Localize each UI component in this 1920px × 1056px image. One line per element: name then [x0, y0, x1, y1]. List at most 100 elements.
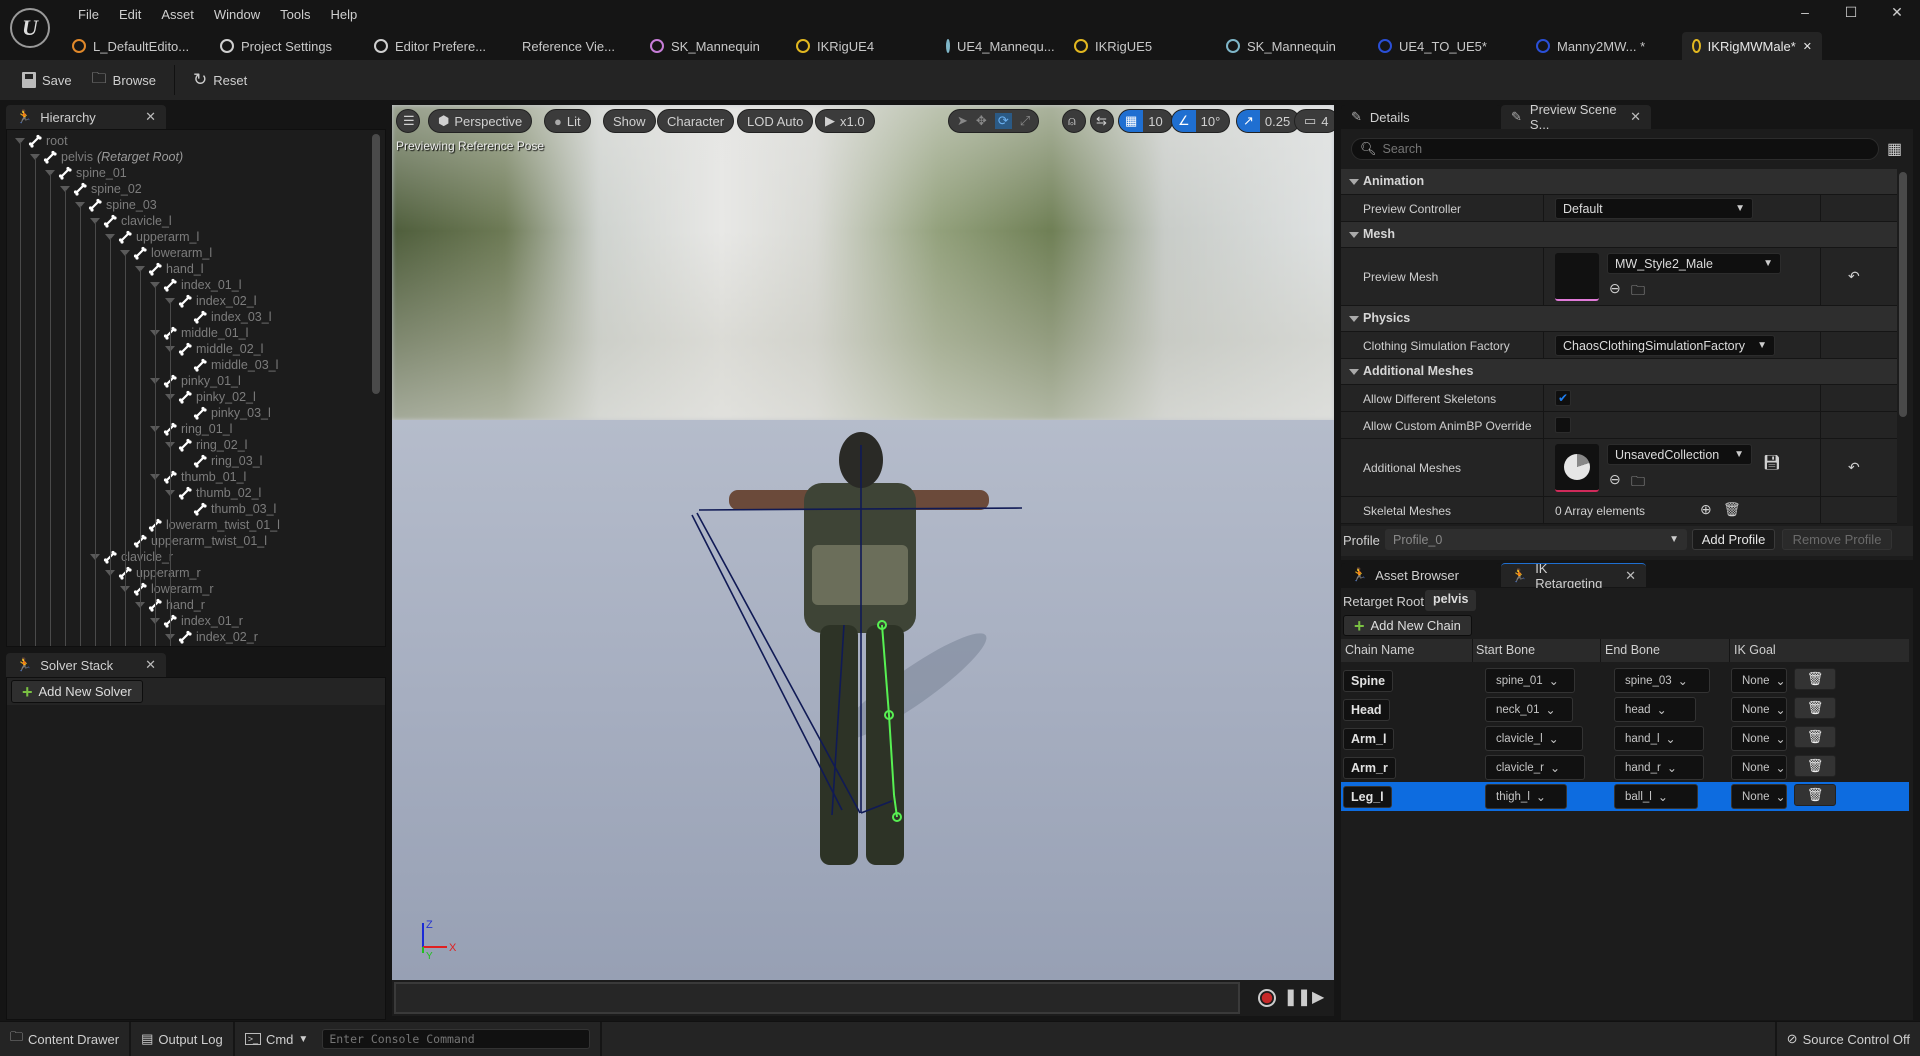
ik-goal-dropdown[interactable]: None ⌄: [1731, 755, 1787, 780]
tree-row[interactable]: pinky_01_l: [150, 373, 241, 389]
character-button[interactable]: Character: [657, 109, 735, 133]
doc-tab[interactable]: L_DefaultEdito...: [62, 32, 210, 60]
trash-icon[interactable]: 🗑︎: [1723, 501, 1741, 518]
category-animation[interactable]: Animation: [1341, 169, 1897, 195]
tab-details[interactable]: ✎ Details: [1341, 105, 1501, 129]
timeline-track[interactable]: [394, 982, 1240, 1014]
tree-row[interactable]: thumb_01_l: [150, 469, 246, 485]
tree-row[interactable]: middle_02_l: [165, 341, 263, 357]
details-scrollbar[interactable]: [1899, 172, 1907, 417]
retarget-root-value[interactable]: pelvis: [1425, 590, 1477, 611]
content-drawer-button[interactable]: 🗀 Content Drawer: [0, 1022, 132, 1056]
category-additional-meshes[interactable]: Additional Meshes: [1341, 359, 1897, 385]
tree-row[interactable]: middle_03_l: [193, 357, 278, 373]
ik-goal-dropdown[interactable]: None ⌄: [1731, 726, 1787, 751]
start-bone-dropdown[interactable]: thigh_l ⌄: [1485, 784, 1567, 809]
doc-tab[interactable]: IKRigUE4: [786, 32, 936, 60]
tree-row[interactable]: ring_01_l: [150, 421, 232, 437]
pause-button[interactable]: ❚❚: [1284, 987, 1311, 1007]
start-bone-dropdown[interactable]: clavicle_r ⌄: [1485, 755, 1585, 780]
doc-tab[interactable]: UE4_TO_UE5*: [1368, 32, 1526, 60]
end-bone-dropdown[interactable]: ball_l ⌄: [1614, 784, 1698, 809]
doc-tab[interactable]: Project Settings: [210, 32, 364, 60]
tree-row[interactable]: spine_03: [75, 197, 157, 213]
save-button[interactable]: Save: [14, 68, 80, 92]
chain-row[interactable]: Arm_r clavicle_r ⌄ hand_r ⌄ None ⌄ 🗑︎: [1341, 753, 1909, 782]
doc-tab[interactable]: SK_Mannequin: [640, 32, 786, 60]
tree-row[interactable]: clavicle_r: [90, 549, 173, 565]
tree-row[interactable]: spine_01: [45, 165, 127, 181]
ik-goal-dropdown[interactable]: None ⌄: [1731, 784, 1787, 809]
rotation-snap-button[interactable]: ∠ 10°: [1171, 109, 1231, 133]
chain-row[interactable]: Arm_l clavicle_l ⌄ hand_l ⌄ None ⌄ 🗑︎: [1341, 724, 1909, 753]
doc-tab[interactable]: IKRigUE5: [1064, 32, 1216, 60]
doc-tab[interactable]: SK_Mannequin: [1216, 32, 1368, 60]
end-bone-dropdown[interactable]: head ⌄: [1614, 697, 1696, 722]
viewport-menu-button[interactable]: ☰: [396, 109, 420, 133]
ik-goal-dropdown[interactable]: None ⌄: [1731, 697, 1787, 722]
doc-tab[interactable]: UE4_Mannequ...: [936, 32, 1064, 60]
tree-row[interactable]: upperarm_twist_01_l: [133, 533, 267, 549]
chain-name-field[interactable]: Leg_l: [1343, 786, 1392, 808]
tree-row[interactable]: ring_03_l: [193, 453, 262, 469]
tree-row[interactable]: upperarm_l: [105, 229, 199, 245]
use-selected-arrow-icon[interactable]: ⊖: [1609, 280, 1621, 297]
tree-row[interactable]: index_02_l: [165, 293, 256, 309]
search-input[interactable]: 🔍︎: [1351, 138, 1879, 160]
close-icon[interactable]: ✕: [145, 657, 156, 673]
additional-meshes-dropdown[interactable]: UnsavedCollection ▼: [1607, 444, 1752, 465]
close-tab-icon[interactable]: ✕: [1803, 40, 1812, 53]
allow-different-skeletons-checkbox[interactable]: ✔: [1555, 390, 1571, 406]
tree-row[interactable]: clavicle_l: [90, 213, 172, 229]
lit-button[interactable]: ● Lit: [544, 109, 591, 133]
doc-tab[interactable]: IKRigMWMale* ✕: [1682, 32, 1822, 60]
add-new-chain-button[interactable]: + Add New Chain: [1343, 615, 1472, 636]
chain-row[interactable]: Leg_l thigh_l ⌄ ball_l ⌄ None ⌄ 🗑︎: [1341, 782, 1909, 811]
menu-tools[interactable]: Tools: [270, 5, 320, 24]
surface-snap-button[interactable]: ⇆: [1090, 109, 1114, 133]
tree-row[interactable]: lowerarm_r: [120, 581, 214, 597]
tree-row[interactable]: lowerarm_twist_01_l: [148, 517, 280, 533]
doc-tab[interactable]: Editor Prefere...: [364, 32, 512, 60]
camera-speed-button[interactable]: ▭ 4: [1294, 109, 1334, 133]
remove-profile-button[interactable]: Remove Profile: [1782, 529, 1892, 550]
preview-mesh-thumbnail[interactable]: [1555, 253, 1599, 301]
local-space-button[interactable]: ⍝: [1062, 109, 1086, 133]
close-icon[interactable]: ✕: [1630, 109, 1641, 125]
tree-row[interactable]: ring_02_l: [165, 437, 247, 453]
preview-controller-dropdown[interactable]: Default ▼: [1555, 198, 1753, 219]
tree-row[interactable]: pelvis (Retarget Root): [30, 149, 183, 165]
tab-solver-stack[interactable]: 🏃 Solver Stack ✕: [6, 653, 166, 677]
delete-chain-button[interactable]: 🗑︎: [1794, 755, 1836, 777]
tree-row[interactable]: pinky_03_l: [193, 405, 271, 421]
tab-asset-browser[interactable]: 🏃 Asset Browser: [1341, 563, 1501, 587]
scale-icon[interactable]: ⤢: [1020, 113, 1030, 129]
tree-row[interactable]: hand_l: [135, 261, 204, 277]
property-matrix-icon[interactable]: ▦: [1887, 139, 1902, 159]
minimize-button[interactable]: –: [1782, 4, 1828, 21]
viewport[interactable]: ☰ ⬢ Perspective ● Lit Show Character LOD A…: [392, 105, 1334, 980]
tree-row[interactable]: middle_01_l: [150, 325, 248, 341]
browse-button[interactable]: 🗀 Browse: [84, 64, 164, 97]
delete-chain-button[interactable]: 🗑︎: [1794, 726, 1836, 748]
chain-name-field[interactable]: Head: [1343, 699, 1390, 721]
tree-row[interactable]: index_02_r: [165, 629, 258, 645]
tab-hierarchy[interactable]: 🏃 Hierarchy ✕: [6, 105, 166, 129]
tree-row[interactable]: pinky_02_l: [165, 389, 256, 405]
show-button[interactable]: Show: [603, 109, 656, 133]
chain-row[interactable]: Spine spine_01 ⌄ spine_03 ⌄ None ⌄ 🗑︎: [1341, 666, 1909, 695]
tree-row[interactable]: root: [15, 133, 68, 149]
preview-mesh-dropdown[interactable]: MW_Style2_Male ▼: [1607, 253, 1781, 274]
chain-row[interactable]: Head neck_01 ⌄ head ⌄ None ⌄ 🗑︎: [1341, 695, 1909, 724]
tab-preview-scene-settings[interactable]: ✎ Preview Scene S... ✕: [1501, 102, 1651, 132]
save-collection-icon[interactable]: 💾︎: [1763, 454, 1781, 471]
add-profile-button[interactable]: Add Profile: [1692, 529, 1775, 550]
scale-snap-button[interactable]: ↗ 0.25: [1236, 109, 1301, 133]
start-bone-dropdown[interactable]: clavicle_l ⌄: [1485, 726, 1583, 751]
doc-tab[interactable]: Reference Vie...: [512, 32, 640, 60]
add-element-icon[interactable]: ⊕: [1700, 501, 1712, 518]
delete-chain-button[interactable]: 🗑︎: [1794, 697, 1836, 719]
reset-to-default-icon[interactable]: ↶: [1848, 459, 1860, 476]
menu-asset[interactable]: Asset: [151, 5, 204, 24]
doc-tab[interactable]: Manny2MW... *: [1526, 32, 1682, 60]
